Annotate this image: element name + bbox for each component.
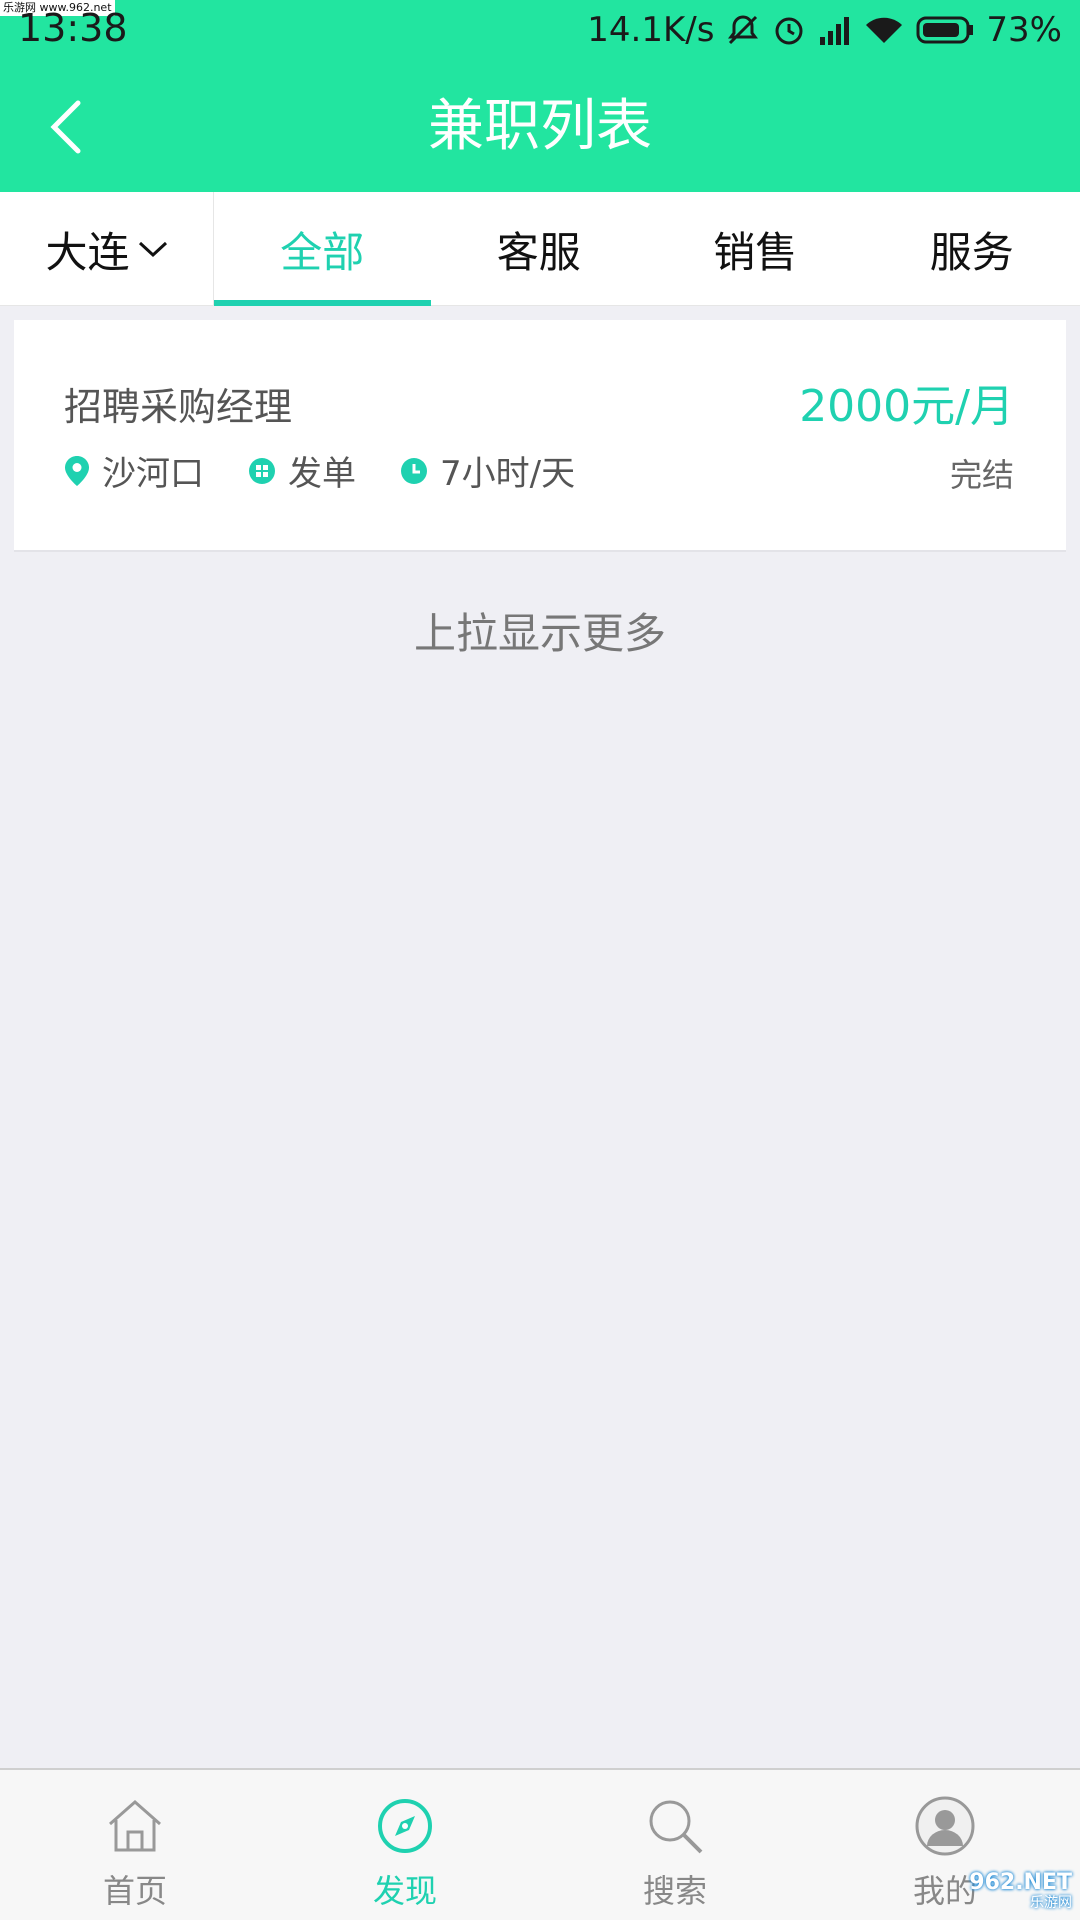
tab-service[interactable]: 服务 [864, 192, 1080, 306]
load-more-hint: 上拉显示更多 [413, 609, 666, 658]
status-time: 13:38 [18, 6, 128, 50]
nav-search[interactable]: 搜索 [540, 1770, 810, 1920]
home-icon [109, 1800, 161, 1852]
bottom-nav: 首页 发现 搜索 我的 [0, 1768, 1080, 1920]
nav-discover[interactable]: 发现 [270, 1770, 540, 1920]
chevron-down-icon [138, 241, 167, 258]
tab-customer-service[interactable]: 客服 [431, 192, 648, 306]
status-bar: 乐游网 www.962.net 13:38 14.1K/s 73% [0, 0, 1080, 62]
tab-all[interactable]: 全部 [214, 192, 431, 306]
page-title: 兼职列表 [428, 94, 652, 159]
battery-level: 73% [986, 10, 1062, 50]
job-type: 发单 [248, 446, 356, 495]
grid-icon [249, 457, 275, 484]
alarm-icon [772, 13, 806, 47]
job-status: 完结 [949, 456, 1014, 494]
compass-icon [378, 1799, 432, 1853]
category-tabs: 全部 客服 销售 服务 [214, 192, 1080, 306]
job-hours: 7小时/天 [400, 446, 575, 495]
clock-icon [401, 457, 427, 484]
app-header: 乐游网 www.962.net 13:38 14.1K/s 73% 兼职列表 [0, 0, 1080, 192]
mute-icon [726, 13, 760, 47]
user-icon [915, 1796, 975, 1856]
job-title: 招聘采购经理 [64, 385, 293, 429]
wifi-icon [864, 15, 904, 45]
battery-icon [916, 15, 974, 45]
job-salary: 2000元/月 [799, 381, 1014, 432]
job-meta: 沙河口 发单 7小时/天 [64, 446, 619, 495]
title-bar: 兼职列表 [0, 62, 1080, 192]
back-button[interactable] [40, 92, 90, 162]
signal-icon [818, 15, 852, 45]
city-selector[interactable]: 大连 [0, 192, 214, 306]
filter-bar: 大连 全部 客服 销售 服务 [0, 192, 1080, 306]
watermark-logo: 962.NET 乐游网 [969, 1870, 1072, 1912]
location-pin-icon [65, 455, 89, 486]
job-card[interactable]: 招聘采购经理 2000元/月 沙河口 发单 7小时/天 完结 [14, 320, 1066, 552]
job-location: 沙河口 [64, 446, 204, 495]
search-icon [649, 1800, 703, 1854]
status-indicators: 14.1K/s 73% [587, 8, 1062, 52]
city-label: 大连 [45, 227, 130, 277]
tab-sales[interactable]: 销售 [647, 192, 864, 306]
chevron-left-icon [50, 100, 81, 154]
network-speed: 14.1K/s [587, 10, 715, 50]
nav-home[interactable]: 首页 [0, 1770, 270, 1920]
